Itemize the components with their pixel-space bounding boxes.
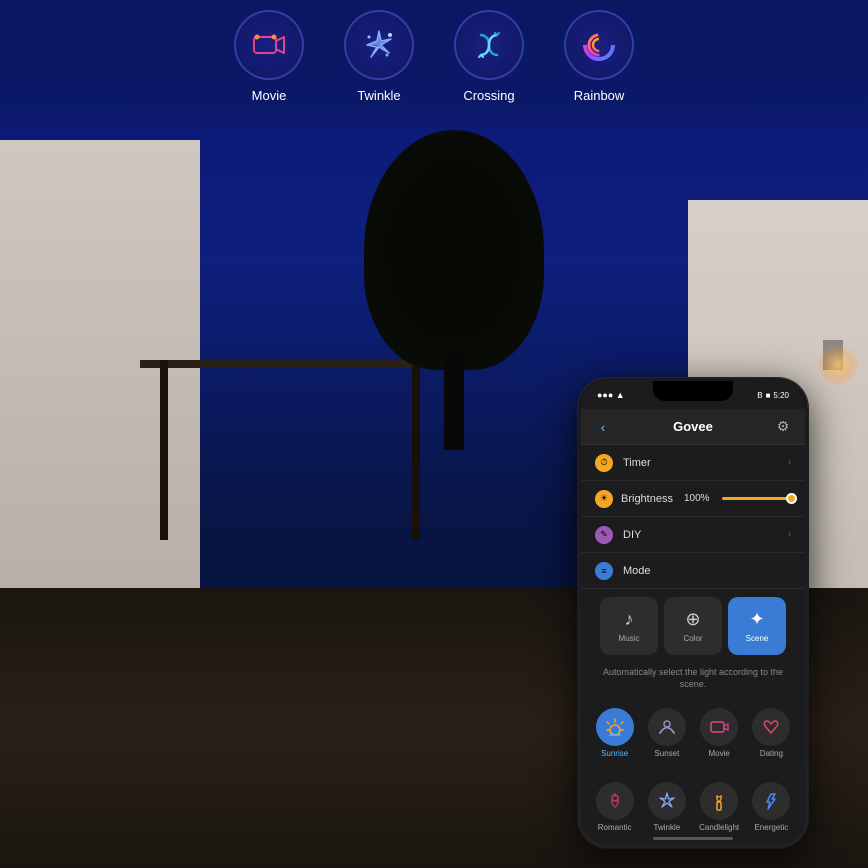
timer-menu-item[interactable]: ⏱ Timer › [581, 445, 805, 481]
rainbow-icon-circle [564, 10, 634, 80]
crossing-svg-icon [469, 25, 509, 65]
sunset-label: Sunset [654, 749, 679, 758]
top-icons-bar: Movie Twinkle [0, 0, 868, 135]
back-button[interactable]: ‹ [593, 417, 613, 437]
status-time: 5:20 [773, 391, 789, 400]
brightness-row: ☀ Brightness 100% [581, 481, 805, 517]
settings-button[interactable]: ⚙ [773, 417, 793, 437]
music-tab-label: Music [619, 634, 640, 643]
scene-sunset[interactable]: Sunset [641, 702, 692, 764]
movie-svg-icon [248, 24, 290, 66]
movie-scene-icon-circle [700, 708, 738, 746]
diy-label: DIY [623, 529, 778, 541]
icon-item-twinkle[interactable]: Twinkle [344, 10, 414, 103]
movie-scene-svg [708, 716, 730, 738]
scene-twinkle[interactable]: Twinkle [641, 776, 692, 838]
diy-icon: ✎ [595, 526, 613, 544]
status-right-icons: B ■ 5:20 [757, 391, 789, 400]
dating-label: Dating [760, 749, 783, 758]
scene-sunrise[interactable]: Sunrise [589, 702, 640, 764]
sunset-svg [656, 716, 678, 738]
crossing-label: Crossing [463, 88, 514, 103]
color-tab-icon: ⊕ [685, 609, 700, 630]
scene-candlelight[interactable]: Candlelight [694, 776, 745, 838]
lamp-glow [818, 345, 858, 385]
phone-shell: ●●● ▲ B ■ 5:20 ‹ Govee ⚙ ⏱ [578, 378, 808, 848]
scene-tab-label: Scene [746, 634, 769, 643]
twinkle-scene-icon-circle [648, 782, 686, 820]
mode-label: Mode [623, 565, 791, 577]
movie-label: Movie [252, 88, 287, 103]
tree-silhouette [354, 130, 554, 450]
brightness-slider[interactable] [722, 497, 791, 500]
rainbow-label: Rainbow [574, 88, 625, 103]
sunset-icon-circle [648, 708, 686, 746]
twinkle-scene-svg [656, 790, 678, 812]
twinkle-label: Twinkle [357, 88, 400, 103]
tab-color[interactable]: ⊕ Color [664, 597, 722, 655]
scene-grid-row2: Romantic Twinkle [581, 770, 805, 844]
bluetooth-icon: B [757, 391, 762, 400]
diy-menu-item[interactable]: ✎ DIY › [581, 517, 805, 553]
notch [653, 381, 733, 401]
energetic-label: Energetic [754, 823, 788, 832]
energetic-svg [760, 790, 782, 812]
sunrise-label: Sunrise [601, 749, 628, 758]
back-chevron-icon: ‹ [601, 419, 606, 435]
movie-scene-label: Movie [708, 749, 729, 758]
scene-romantic[interactable]: Romantic [589, 776, 640, 838]
settings-gear-icon: ⚙ [777, 418, 790, 435]
status-bar: ●●● ▲ B ■ 5:20 [581, 381, 805, 409]
romantic-icon-circle [596, 782, 634, 820]
timer-icon: ⏱ [595, 454, 613, 472]
status-signal: ●●● ▲ [597, 390, 625, 400]
brightness-icon: ☀ [595, 490, 613, 508]
phone-nav-bar: ‹ Govee ⚙ [581, 409, 805, 445]
energetic-icon-circle [752, 782, 790, 820]
brightness-label: Brightness [621, 493, 676, 505]
nav-title: Govee [673, 419, 713, 434]
music-tab-icon: ♪ [625, 609, 634, 630]
phone-mockup: ●●● ▲ B ■ 5:20 ‹ Govee ⚙ ⏱ [578, 378, 808, 848]
candlelight-icon-circle [700, 782, 738, 820]
icon-item-crossing[interactable]: Crossing [454, 10, 524, 103]
timer-label: Timer [623, 457, 778, 469]
twinkle-icon-circle [344, 10, 414, 80]
brightness-value: 100% [684, 493, 710, 504]
scene-energetic[interactable]: Energetic [746, 776, 797, 838]
mode-tabs-container: ♪ Music ⊕ Color ✦ Scene [581, 589, 805, 663]
brightness-thumb[interactable] [786, 493, 797, 504]
twinkle-scene-label: Twinkle [654, 823, 681, 832]
icon-item-movie[interactable]: Movie [234, 10, 304, 103]
candlelight-label: Candlelight [699, 823, 739, 832]
diy-chevron-icon: › [788, 529, 791, 540]
scene-tab-icon: ✦ [749, 609, 764, 630]
mode-menu-item[interactable]: ≡ Mode [581, 553, 805, 589]
color-tab-label: Color [683, 634, 702, 643]
dating-icon-circle [752, 708, 790, 746]
rainbow-svg-icon [578, 24, 620, 66]
romantic-label: Romantic [598, 823, 632, 832]
timer-chevron-icon: › [788, 457, 791, 468]
scene-dating[interactable]: Dating [746, 702, 797, 764]
scene-movie[interactable]: Movie [694, 702, 745, 764]
battery-icon: ■ [766, 391, 771, 400]
tab-music[interactable]: ♪ Music [600, 597, 658, 655]
romantic-svg [604, 790, 626, 812]
movie-icon-circle [234, 10, 304, 80]
icon-item-rainbow[interactable]: Rainbow [564, 10, 634, 103]
sunrise-svg [604, 716, 626, 738]
sunrise-icon-circle [596, 708, 634, 746]
scene-grid-row1: Sunrise Sunset [581, 696, 805, 770]
candlelight-svg [708, 790, 730, 812]
mode-icon: ≡ [595, 562, 613, 580]
dating-svg [760, 716, 782, 738]
twinkle-svg-icon [359, 25, 399, 65]
home-indicator [653, 837, 733, 840]
tab-scene[interactable]: ✦ Scene [728, 597, 786, 655]
phone-screen: ●●● ▲ B ■ 5:20 ‹ Govee ⚙ ⏱ [581, 381, 805, 845]
scene-description: Automatically select the light according… [581, 663, 805, 696]
crossing-icon-circle [454, 10, 524, 80]
